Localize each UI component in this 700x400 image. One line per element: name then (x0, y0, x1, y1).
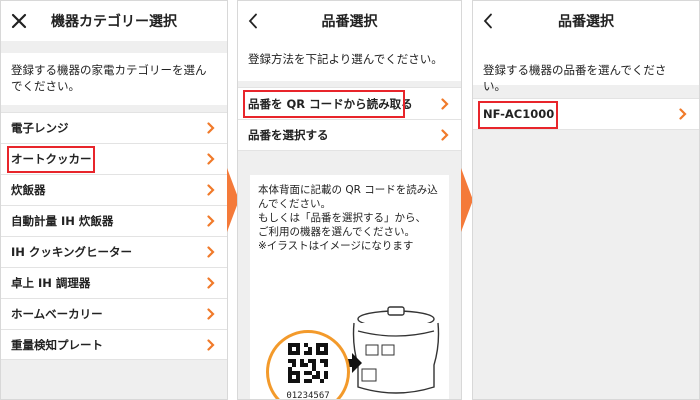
chevron-right-icon (205, 245, 217, 259)
header: 品番選択 (473, 1, 699, 41)
chevron-right-icon (439, 128, 451, 142)
instruction-line: 本体背面に記載の QR コードを読み込んでください。 (258, 184, 438, 210)
back-chevron-icon[interactable] (248, 1, 258, 41)
model-label: NF-AC1000 (483, 107, 555, 121)
category-item-microwave[interactable]: 電子レンジ (1, 112, 227, 143)
page-title: 品番選択 (558, 14, 614, 30)
category-item-home-bakery[interactable]: ホームベーカリー (1, 298, 227, 329)
qr-instruction-card: 本体背面に記載の QR コードを読み込んでください。 もしくは「品番を選択する」… (250, 175, 449, 399)
chevron-right-icon (205, 276, 217, 290)
category-select-screen: 機器カテゴリー選択 登録する機器の家電カテゴリーを選んでください。 電子レンジ … (0, 0, 228, 400)
category-item-rice-cooker[interactable]: 炊飯器 (1, 174, 227, 205)
chevron-right-icon (205, 307, 217, 321)
qr-read-option[interactable]: 品番を QR コードから読み取る (238, 87, 461, 119)
back-chevron-icon[interactable] (483, 1, 493, 41)
model-select-screen: 品番選択 登録する機器の品番を選んでください。 NF-AC1000 (472, 0, 700, 400)
chevron-right-icon (205, 214, 217, 228)
page-title: 機器カテゴリー選択 (51, 14, 177, 30)
chevron-right-icon (205, 183, 217, 197)
intro-text: 登録する機器の品番を選んでください。 (473, 41, 699, 93)
chevron-right-icon (205, 152, 217, 166)
category-label: ホームベーカリー (11, 307, 103, 321)
instruction-line: ※イラストはイメージになります (258, 240, 414, 252)
method-list: 品番を QR コードから読み取る 品番を選択する (238, 87, 461, 151)
category-item-ih-cooking-heater[interactable]: IH クッキングヒーター (1, 236, 227, 267)
category-item-tabletop-ih[interactable]: 卓上 IH 調理器 (1, 267, 227, 298)
category-item-auto-cooker[interactable]: オートクッカー (1, 143, 227, 174)
category-label: 卓上 IH 調理器 (11, 276, 91, 290)
category-label: 重量検知プレート (11, 337, 103, 352)
qr-code-icon (288, 343, 328, 387)
model-item-nf-ac1000[interactable]: NF-AC1000 (473, 98, 699, 130)
instruction-line: もしくは「品番を選択する」から、 (258, 212, 426, 224)
header: 機器カテゴリー選択 (1, 1, 227, 41)
header: 品番選択 (238, 1, 461, 41)
close-icon[interactable] (11, 1, 27, 41)
option-label: 品番を QR コードから読み取る (248, 96, 413, 111)
instruction-text: 本体背面に記載の QR コードを読み込んでください。 もしくは「品番を選択する」… (258, 183, 443, 253)
category-item-weight-plate[interactable]: 重量検知プレート (1, 329, 227, 360)
page-title: 品番選択 (321, 14, 378, 30)
chevron-right-icon (439, 97, 451, 111)
auto-cooker-illustration (336, 305, 446, 399)
intro-text: 登録する機器の家電カテゴリーを選んでください。 (1, 53, 227, 105)
chevron-right-icon (205, 121, 217, 135)
instruction-line: ご利用の機器を選んでください。 (258, 226, 415, 238)
qr-serial-number: 01234567 (286, 391, 330, 400)
category-label: 自動計量 IH 炊飯器 (11, 214, 114, 228)
select-model-option[interactable]: 品番を選択する (238, 119, 461, 151)
option-label: 品番を選択する (248, 128, 329, 142)
category-list: 電子レンジ オートクッカー 炊飯器 自動計量 IH 炊飯器 IH クッキングヒー… (1, 112, 227, 360)
category-label: IH クッキングヒーター (11, 245, 133, 259)
model-list: NF-AC1000 (473, 98, 699, 130)
category-item-auto-ih-rice-cooker[interactable]: 自動計量 IH 炊飯器 (1, 205, 227, 236)
intro-text: 登録方法を下記より選んでください。 (238, 41, 461, 81)
category-label: オートクッカー (11, 152, 92, 166)
model-method-screen: 品番選択 登録方法を下記より選んでください。 品番を QR コードから読み取る … (237, 0, 462, 400)
chevron-right-icon (205, 338, 217, 352)
category-label: 電子レンジ (11, 121, 69, 135)
category-label: 炊飯器 (11, 183, 46, 197)
chevron-right-icon (677, 107, 689, 121)
